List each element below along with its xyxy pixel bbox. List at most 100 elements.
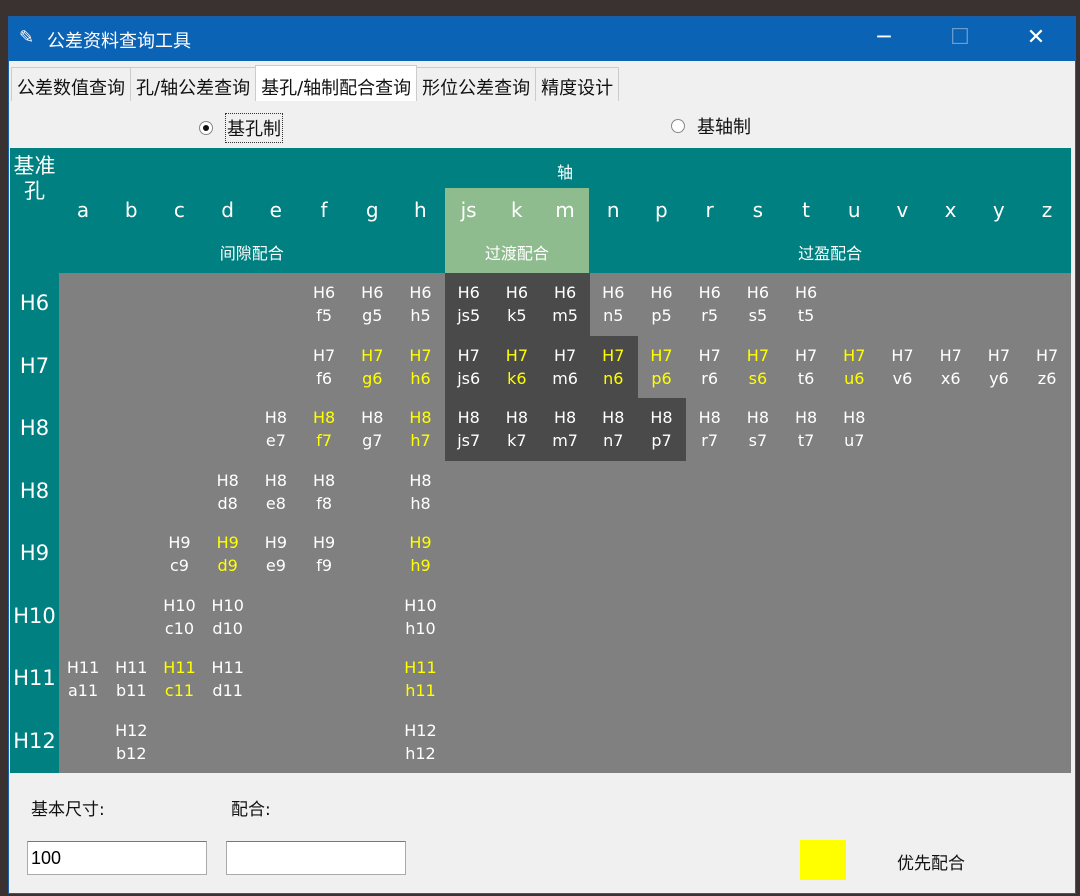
- radio-shaft-basis[interactable]: 基轴制: [671, 113, 751, 139]
- fit-cell[interactable]: H7 v6: [878, 344, 926, 390]
- column-header-c: c: [173, 198, 185, 222]
- radio-dot[interactable]: [199, 121, 213, 135]
- shaft-tolerance: c10: [164, 618, 195, 638]
- fit-cell[interactable]: H10 d10: [204, 594, 252, 640]
- column-header-b: b: [124, 198, 138, 222]
- hole-tolerance: H8: [457, 408, 480, 427]
- shaft-tolerance: h10: [405, 618, 436, 638]
- hole-tolerance: H7: [553, 345, 577, 365]
- close-button[interactable]: ✕: [1001, 17, 1071, 61]
- row-header: H10: [13, 603, 56, 628]
- radio-hole-basis[interactable]: 基孔制: [199, 113, 283, 143]
- hole-tolerance: H11: [163, 658, 196, 677]
- fit-cell[interactable]: H6 s5: [734, 281, 782, 327]
- fit-cell[interactable]: H7 h6: [396, 344, 444, 390]
- shaft-tolerance: h5: [410, 306, 431, 325]
- minimize-button[interactable]: ─: [849, 17, 919, 61]
- fit-cell[interactable]: H10 h10: [396, 594, 444, 640]
- fit-cell[interactable]: H9 f9: [300, 531, 348, 577]
- hole-tolerance: H7: [939, 345, 962, 365]
- fit-cell[interactable]: H8 f8: [300, 469, 348, 515]
- fit-cell[interactable]: H8 e8: [252, 469, 300, 515]
- tab-fit-query[interactable]: 基孔/轴制配合查询: [255, 65, 418, 101]
- fit-cell[interactable]: H9 e9: [252, 531, 300, 577]
- fit-cell[interactable]: H12 h12: [396, 719, 444, 765]
- fit-cell[interactable]: H7 m6: [541, 344, 589, 390]
- column-header-d: d: [221, 198, 234, 222]
- fit-input[interactable]: [226, 841, 406, 875]
- fit-cell[interactable]: H6 g5: [348, 281, 396, 327]
- fit-cell[interactable]: H7 n6: [589, 344, 637, 390]
- maximize-button[interactable]: ☐: [925, 17, 995, 61]
- fit-cell[interactable]: H7 u6: [830, 344, 878, 390]
- fit-cell[interactable]: H8 s7: [734, 406, 782, 452]
- fit-cell[interactable]: H12 b12: [107, 719, 155, 765]
- fit-cell[interactable]: H7 z6: [1023, 344, 1071, 390]
- hole-tolerance: H8: [650, 408, 673, 427]
- hole-tolerance: H8: [746, 408, 769, 427]
- column-header-x: x: [944, 198, 957, 222]
- fit-cell[interactable]: H7 r6: [686, 344, 734, 390]
- fit-cell[interactable]: H6 f5: [300, 281, 348, 327]
- tab-tolerance-values[interactable]: 公差数值查询: [11, 67, 131, 101]
- fit-cell[interactable]: H10 c10: [155, 594, 203, 640]
- hole-tolerance: H8: [361, 408, 384, 427]
- shaft-tolerance: f9: [316, 556, 332, 575]
- shaft-tolerance: d9: [217, 556, 238, 575]
- fit-cell[interactable]: H7 k6: [493, 344, 541, 390]
- shaft-tolerance: t6: [797, 368, 815, 388]
- fit-cell[interactable]: H8 f7: [300, 406, 348, 452]
- fit-cell[interactable]: H8 js7: [445, 406, 493, 452]
- shaft-tolerance: d10: [212, 618, 243, 638]
- fit-cell[interactable]: H11 b11: [107, 656, 155, 702]
- fit-cell[interactable]: H6 p5: [637, 281, 685, 327]
- fit-cell[interactable]: H8 r7: [686, 406, 734, 452]
- fit-table: 基准孔 轴 a b c d e f g h js k m n p r s t u v x y z 间隙配合 过渡配合 过盈配合…: [10, 148, 1071, 773]
- fit-cell[interactable]: H6 n5: [589, 281, 637, 327]
- basic-size-input[interactable]: 100: [27, 841, 207, 875]
- fit-cell[interactable]: H7 s6: [734, 344, 782, 390]
- fit-cell[interactable]: H11 a11: [59, 656, 107, 702]
- fit-cell[interactable]: H7 f6: [300, 344, 348, 390]
- hole-tolerance: H6: [505, 283, 528, 302]
- fit-cell[interactable]: H6 js5: [445, 281, 493, 327]
- hole-tolerance: H12: [404, 720, 437, 740]
- fit-cell[interactable]: H6 k5: [493, 281, 541, 327]
- fit-cell[interactable]: H7 g6: [348, 344, 396, 390]
- hole-tolerance: H10: [404, 595, 437, 615]
- column-header-p: p: [655, 198, 668, 222]
- fit-cell[interactable]: H8 d8: [204, 469, 252, 515]
- fit-cell[interactable]: H6 r5: [686, 281, 734, 327]
- fit-cell[interactable]: H7 y6: [975, 344, 1023, 390]
- fit-cell[interactable]: H8 p7: [637, 406, 685, 452]
- fit-cell[interactable]: H9 c9: [155, 531, 203, 577]
- fit-cell[interactable]: H8 u7: [830, 406, 878, 452]
- fit-cell[interactable]: H8 g7: [348, 406, 396, 452]
- fit-cell[interactable]: H9 h9: [396, 531, 444, 577]
- fit-cell[interactable]: H8 t7: [782, 406, 830, 452]
- fit-cell[interactable]: H8 h7: [396, 406, 444, 452]
- fit-cell[interactable]: H6 h5: [396, 281, 444, 327]
- fit-cell[interactable]: H8 k7: [493, 406, 541, 452]
- fit-cell[interactable]: H8 h8: [396, 469, 444, 515]
- fit-cell[interactable]: H9 d9: [204, 531, 252, 577]
- hole-tolerance: H6: [361, 283, 384, 302]
- shaft-tolerance: b12: [116, 743, 147, 763]
- fit-cell[interactable]: H8 n7: [589, 406, 637, 452]
- fit-cell[interactable]: H6 m5: [541, 281, 589, 327]
- fit-cell[interactable]: H11 h11: [396, 656, 444, 702]
- fit-cell[interactable]: H11 d11: [204, 656, 252, 702]
- fit-cell[interactable]: H7 js6: [445, 344, 493, 390]
- fit-cell[interactable]: H8 m7: [541, 406, 589, 452]
- radio-dot[interactable]: [671, 119, 685, 133]
- fit-cell[interactable]: H7 p6: [637, 344, 685, 390]
- fit-cell[interactable]: H7 t6: [782, 344, 830, 390]
- fit-cell[interactable]: H11 c11: [155, 656, 203, 702]
- tab-precision-design[interactable]: 精度设计: [535, 67, 620, 101]
- shaft-tolerance: k6: [507, 368, 527, 388]
- fit-cell[interactable]: H8 e7: [252, 406, 300, 452]
- tab-geometric-tolerance[interactable]: 形位公差查询: [416, 67, 537, 101]
- tab-hole-shaft-tolerance[interactable]: 孔/轴公差查询: [130, 67, 257, 101]
- fit-cell[interactable]: H6 t5: [782, 281, 830, 327]
- fit-cell[interactable]: H7 x6: [927, 344, 975, 390]
